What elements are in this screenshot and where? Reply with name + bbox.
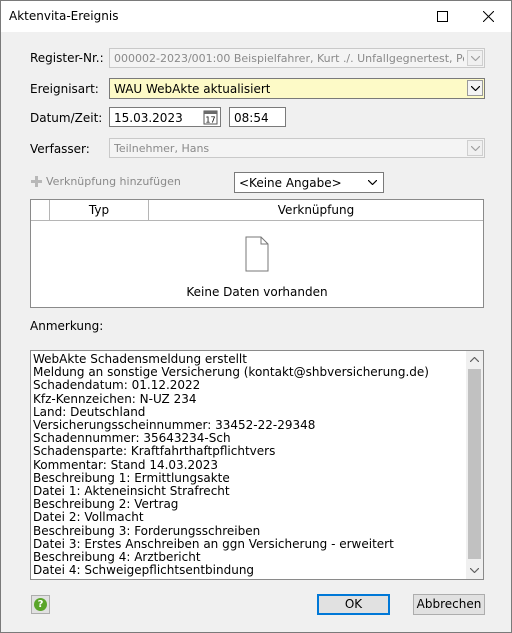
column-header-typ[interactable]: Typ	[50, 200, 149, 220]
time-value: 08:54	[234, 111, 269, 125]
calendar-icon[interactable]: 17	[203, 109, 218, 125]
scrollbar-thumb[interactable]	[468, 369, 481, 559]
maximize-icon	[437, 11, 448, 22]
close-button[interactable]	[465, 1, 511, 32]
help-button[interactable]: ?	[31, 595, 50, 614]
remark-line: Beschreibung 3: Forderungsschreiben	[33, 524, 261, 538]
datum-label: Datum/Zeit:	[30, 111, 103, 125]
maximize-button[interactable]	[419, 1, 465, 32]
remark-line: Beschreibung 1: Ermittlungsakte	[33, 471, 230, 485]
verfasser-value: Teilnehmer, Hans	[114, 142, 210, 155]
ok-button[interactable]: OK	[317, 594, 390, 615]
cancel-button[interactable]: Abbrechen	[413, 594, 485, 615]
ereignisart-select[interactable]: WAU WebAkte aktualisiert	[109, 78, 485, 99]
scroll-down-icon[interactable]	[470, 568, 479, 573]
verfasser-label: Verfasser:	[30, 142, 90, 156]
empty-document-icon	[245, 236, 269, 272]
register-value: 000002-2023/001:00 Beispielfahrer, Kurt …	[114, 52, 464, 65]
remark-text: WebAkte Schadensmeldung erstellt Meldung …	[33, 353, 465, 577]
add-link-label: Verknüpfung hinzufügen	[46, 175, 181, 188]
remark-line: Datei 3: Erstes Anschreiben an ggn Versi…	[33, 537, 394, 551]
link-filter-select[interactable]: <Keine Angabe>	[234, 172, 384, 193]
date-field[interactable]: 15.03.2023 17	[109, 107, 221, 127]
add-link-button[interactable]: Verknüpfung hinzufügen	[31, 175, 181, 188]
dialog-window: Aktenvita-Ereignis Register-Nr.: 000002-…	[0, 0, 512, 633]
remark-textarea[interactable]: WebAkte Schadensmeldung erstellt Meldung …	[30, 350, 484, 580]
verfasser-select: Teilnehmer, Hans	[109, 138, 485, 158]
plus-icon	[31, 176, 42, 187]
chevron-down-icon	[471, 56, 480, 61]
scroll-up-icon[interactable]	[470, 357, 479, 362]
ereignisart-dropdown-button[interactable]	[467, 80, 483, 96]
column-header-verknuepfung[interactable]: Verknüpfung	[149, 200, 483, 220]
row-indicator-header	[31, 200, 50, 220]
chevron-down-icon	[368, 180, 377, 185]
register-select: 000002-2023/001:00 Beispielfahrer, Kurt …	[109, 48, 485, 68]
title-bar[interactable]: Aktenvita-Ereignis	[1, 1, 511, 32]
verfasser-dropdown-button	[467, 140, 483, 156]
remark-line: Land: Deutschland	[33, 405, 146, 419]
remark-line: Kfz-Kennzeichen: N-UZ 234	[33, 392, 197, 406]
window-title: Aktenvita-Ereignis	[9, 9, 119, 23]
help-icon: ?	[34, 598, 47, 611]
chevron-down-icon	[471, 86, 480, 91]
remark-line: Datei 4: Schweigepflichtsentbindung	[33, 564, 255, 578]
remark-line: Schadendatum: 01.12.2022	[33, 379, 201, 393]
time-field[interactable]: 08:54	[229, 107, 286, 127]
remark-line: Meldung an sonstige Versicherung (kontak…	[33, 366, 429, 380]
remark-line: Beschreibung 2: Vertrag	[33, 498, 179, 512]
date-value: 15.03.2023	[114, 111, 183, 125]
register-label: Register-Nr.:	[30, 51, 104, 65]
close-icon	[483, 11, 494, 22]
link-filter-value: <Keine Angabe>	[239, 176, 342, 190]
remark-label: Anmerkung:	[30, 319, 104, 333]
remark-line: Versicherungsscheinnummer: 33452-22-2934…	[33, 419, 316, 433]
links-table[interactable]: Typ Verknüpfung Keine Daten vorhanden	[30, 199, 484, 308]
remark-line: Kommentar: Stand 14.03.2023	[33, 458, 219, 472]
chevron-down-icon	[471, 146, 480, 151]
remark-line: WebAkte Schadensmeldung erstellt	[33, 353, 247, 366]
links-table-header: Typ Verknüpfung	[31, 200, 483, 221]
remark-line: Datei 1: Akteneinsicht Strafrecht	[33, 485, 230, 499]
remark-line: Datei 2: Vollmacht	[33, 511, 144, 525]
remark-line: Beschreibung 4: Arztbericht	[33, 551, 201, 565]
ereignisart-label: Ereignisart:	[30, 82, 99, 96]
empty-state-text: Keine Daten vorhanden	[186, 285, 328, 299]
remark-line: Schadennummer: 35643234-Sch	[33, 432, 231, 446]
remark-scrollbar[interactable]	[466, 351, 483, 579]
register-dropdown-button	[467, 50, 483, 66]
ereignisart-value: WAU WebAkte aktualisiert	[114, 82, 271, 96]
svg-text:17: 17	[205, 116, 215, 125]
remark-line: Schadensparte: Kraftfahrthaftpflichtvers	[33, 445, 276, 459]
